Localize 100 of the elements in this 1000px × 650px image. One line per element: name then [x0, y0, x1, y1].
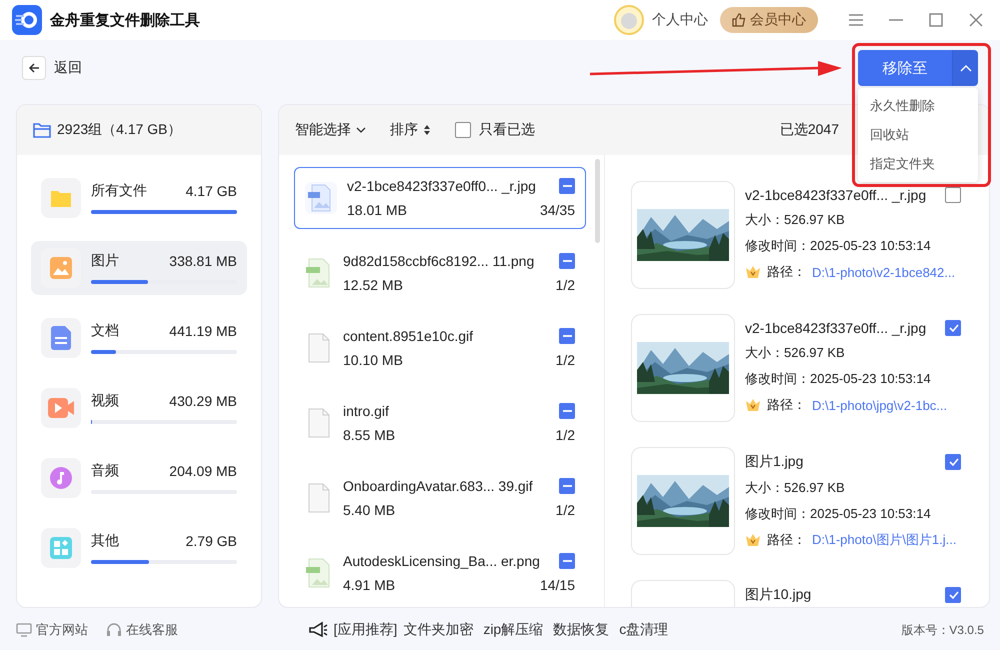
- file-group-item[interactable]: intro.gif 8.55 MB 1/2: [294, 392, 586, 454]
- apps-icon: [50, 537, 72, 559]
- group-checkbox[interactable]: [559, 328, 575, 344]
- file-name: AutodeskLicensing_Ba... er.png: [343, 553, 540, 569]
- duplicate-count: 1/2: [556, 427, 575, 443]
- scrollbar[interactable]: [595, 159, 600, 243]
- file-size: 5.40 MB: [343, 502, 396, 518]
- account-link[interactable]: 个人中心: [652, 11, 708, 29]
- promo-link[interactable]: c盘清理: [619, 621, 668, 639]
- file-checkbox[interactable]: [945, 320, 961, 336]
- only-selected-checkbox[interactable]: [455, 122, 471, 138]
- folder-icon: [50, 188, 72, 208]
- minus-icon: [562, 260, 572, 262]
- chevron-down-icon: [356, 127, 366, 133]
- category-item[interactable]: 图片 338.81 MB: [31, 241, 247, 295]
- group-checkbox[interactable]: [559, 553, 575, 569]
- file-group-item[interactable]: OnboardingAvatar.683... 39.gif 5.40 MB 1/2: [294, 467, 586, 529]
- file-path-link[interactable]: D:\1-photo\v2-1bce842...: [812, 264, 956, 280]
- category-name: 所有文件: [91, 182, 147, 200]
- minus-icon: [562, 485, 572, 487]
- arrow-left-icon: [28, 62, 40, 74]
- back-link[interactable]: 返回: [54, 59, 82, 77]
- file-size: 大小：526.97 KB: [745, 344, 846, 362]
- group-count: 2923组（4.17 GB）: [57, 121, 182, 139]
- group-checkbox[interactable]: [559, 403, 575, 419]
- dropdown-toggle[interactable]: [952, 50, 978, 86]
- promo-link[interactable]: zip解压缩: [483, 621, 544, 639]
- minus-icon: [562, 410, 572, 412]
- folder-icon: [33, 122, 51, 138]
- file-name: content.8951e10c.gif: [343, 328, 473, 344]
- category-name: 文档: [91, 322, 119, 340]
- crown-icon: [745, 533, 761, 547]
- file-group-item[interactable]: AutodeskLicensing_Ba... er.png 4.91 MB 14/15: [294, 542, 586, 604]
- window-title: 金舟重复文件删除工具: [50, 10, 200, 30]
- back-button[interactable]: [22, 56, 46, 80]
- promo-link[interactable]: 数据恢复: [553, 621, 610, 639]
- maximize-icon: [929, 13, 943, 27]
- version-label: 版本号：V3.0.5: [901, 622, 984, 638]
- path-label: 路径：: [767, 531, 806, 549]
- file-group-item[interactable]: 9d82d158ccbf6c8192... 11.png 12.52 MB 1/2: [294, 242, 586, 304]
- category-name: 其他: [91, 532, 119, 550]
- minus-icon: [562, 335, 572, 337]
- category-size: 4.17 GB: [186, 183, 237, 199]
- file-name: 9d82d158ccbf6c8192... 11.png: [343, 253, 534, 269]
- selected-count: 已选2047: [780, 121, 839, 139]
- duplicate-count: 1/2: [556, 502, 575, 518]
- path-label: 路径：: [767, 396, 806, 414]
- modified-time: 修改时间：2025-05-23 10:53:14: [745, 237, 932, 255]
- file-name: OnboardingAvatar.683... 39.gif: [343, 478, 533, 494]
- website-link[interactable]: 官方网站: [16, 621, 88, 639]
- category-name: 音频: [91, 462, 119, 480]
- menu-item[interactable]: 永久性删除: [858, 97, 978, 116]
- modified-time: 修改时间：2025-05-23 10:53:14: [745, 505, 932, 523]
- move-to-button[interactable]: 移除至: [858, 50, 952, 86]
- promo-link[interactable]: 文件夹加密: [403, 621, 474, 639]
- file-group-item[interactable]: content.8951e10c.gif 10.10 MB 1/2: [294, 317, 586, 379]
- minus-icon: [562, 185, 572, 187]
- file-size: 10.10 MB: [343, 352, 403, 368]
- monitor-icon: [16, 623, 32, 637]
- menu-item[interactable]: 指定文件夹: [858, 154, 978, 173]
- file-checkbox[interactable]: [945, 454, 961, 470]
- music-icon: [50, 467, 72, 489]
- smart-select-dropdown[interactable]: 智能选择: [295, 121, 366, 139]
- group-checkbox[interactable]: [559, 178, 575, 194]
- duplicate-count: 1/2: [556, 277, 575, 293]
- caret-icon: [960, 64, 972, 72]
- menu-icon: [848, 13, 864, 27]
- crown-icon: [745, 265, 761, 279]
- megaphone-icon: [308, 621, 328, 639]
- thumbs-up-icon: [732, 13, 746, 27]
- file-size: 4.91 MB: [343, 577, 396, 593]
- file-path-link[interactable]: D:\1-photo\图片\图片1.j...: [812, 531, 956, 549]
- headset-icon: [106, 622, 122, 638]
- category-size: 441.19 MB: [169, 323, 237, 339]
- document-icon: [51, 326, 71, 350]
- category-size: 204.09 MB: [169, 463, 237, 479]
- file-name: v2-1bce8423f337e0ff... _r.jpg: [745, 187, 926, 203]
- vip-button[interactable]: 会员中心: [720, 7, 818, 33]
- duplicate-count: 34/35: [540, 202, 575, 218]
- category-name: 视频: [91, 392, 119, 410]
- category-name: 图片: [91, 252, 119, 270]
- file-size: 8.55 MB: [343, 427, 396, 443]
- close-icon: [969, 13, 983, 27]
- file-size: 大小：526.97 KB: [745, 211, 846, 229]
- menu-item[interactable]: 回收站: [858, 126, 978, 144]
- group-checkbox[interactable]: [559, 253, 575, 269]
- file-path-link[interactable]: D:\1-photo\jpg\v2-1bc...: [812, 398, 948, 412]
- avatar: [614, 5, 644, 35]
- file-checkbox[interactable]: [945, 587, 961, 603]
- file-name: 图片10.jpg: [745, 586, 812, 604]
- group-checkbox[interactable]: [559, 478, 575, 494]
- duplicate-count: 14/15: [540, 577, 575, 593]
- support-link[interactable]: 在线客服: [106, 621, 178, 639]
- category-size: 430.29 MB: [169, 393, 237, 409]
- category-size: 338.81 MB: [169, 253, 237, 269]
- path-label: 路径：: [767, 263, 806, 281]
- sort-button[interactable]: 排序: [390, 121, 431, 139]
- file-group-item[interactable]: v2-1bce8423f337e0ff0... _r.jpg 18.01 MB 34/35: [294, 167, 586, 229]
- file-size: 大小：526.97 KB: [745, 479, 846, 497]
- file-checkbox[interactable]: [945, 187, 961, 203]
